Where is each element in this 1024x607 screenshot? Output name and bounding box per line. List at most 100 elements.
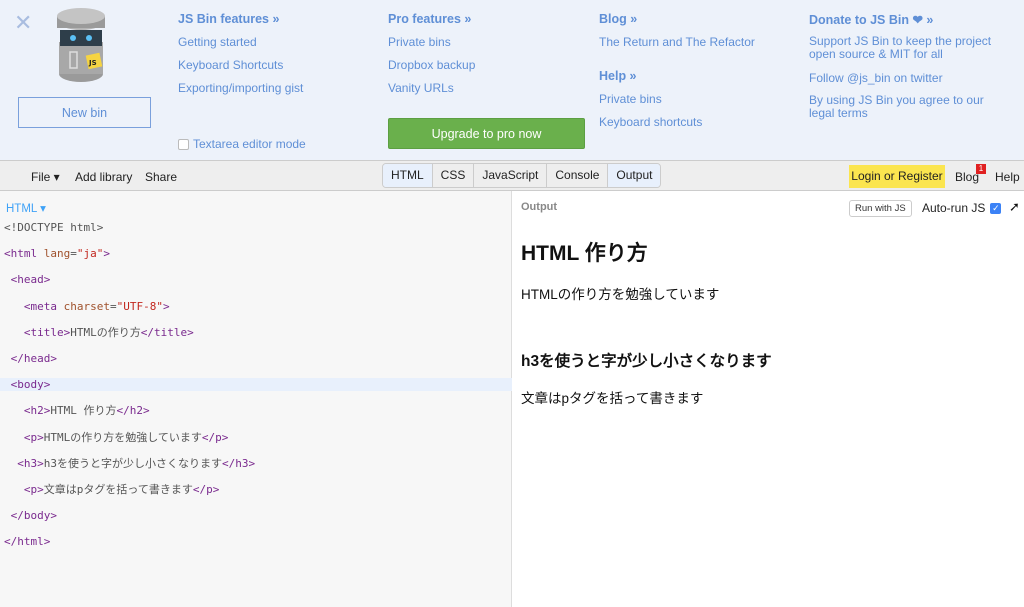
output-panel: Output Run with JS Auto-run JS ✓ ➚ HTML 作… <box>513 191 1024 607</box>
code-token-plain: = <box>109 299 117 313</box>
toolbar: File ▾ Add library Share HTML CSS JavaSc… <box>0 161 1024 191</box>
code-line[interactable]: <h2>HTML 作り方</h2> <box>0 404 512 417</box>
html-editor[interactable]: HTML ▾ <!DOCTYPE html> <html lang="ja"> <… <box>0 191 512 607</box>
code-line[interactable]: <body> <box>0 378 512 392</box>
run-with-js-button[interactable]: Run with JS <box>849 200 912 217</box>
code-token-tag: </p> <box>201 430 229 444</box>
close-icon[interactable]: ✕ <box>14 10 32 36</box>
code-token-tag: <h3> <box>17 456 44 470</box>
tab-console[interactable]: Console <box>547 164 609 187</box>
js-bin-features-link[interactable]: JS Bin features » <box>178 12 279 26</box>
blog-post-link[interactable]: The Return and The Refactor <box>599 35 755 49</box>
login-register-button[interactable]: Login or Register <box>849 165 945 188</box>
tab-output[interactable]: Output <box>608 164 661 187</box>
help-link[interactable]: Help » <box>599 69 637 83</box>
file-menu[interactable]: File ▾ <box>31 170 60 184</box>
output-paragraph-1: HTMLの作り方を勉強しています <box>521 287 720 302</box>
auto-run-label: Auto-run JS <box>922 201 986 215</box>
auto-run-js-toggle[interactable]: Auto-run JS ✓ <box>922 201 1002 215</box>
code-token-tag: <head> <box>10 273 51 287</box>
code-token-tag: <p> <box>23 430 44 444</box>
code-line[interactable]: <head> <box>0 273 512 286</box>
code-line[interactable]: </head> <box>0 352 512 365</box>
code-token-tag: </title> <box>140 325 194 339</box>
donate-link[interactable]: Donate to JS Bin ❤ » <box>809 12 933 27</box>
code-token-tag: <title> <box>23 325 71 339</box>
code-token-plain: HTMLの作り方 <box>70 325 141 339</box>
panel-tabs: HTML CSS JavaScript Console Output <box>382 163 662 188</box>
add-library-button[interactable]: Add library <box>75 170 132 184</box>
twitter-link[interactable]: Follow @js_bin on twitter <box>809 71 943 85</box>
checkbox-icon[interactable] <box>178 138 189 150</box>
help-button[interactable]: Help <box>995 170 1020 184</box>
code-line[interactable]: <p>HTMLの作り方を勉強しています</p> <box>0 431 512 444</box>
blog-badge: 1 <box>976 164 986 174</box>
share-button[interactable]: Share <box>145 170 177 184</box>
vanity-urls-link[interactable]: Vanity URLs <box>388 81 454 95</box>
tab-javascript[interactable]: JavaScript <box>474 164 548 187</box>
tab-css[interactable]: CSS <box>432 164 475 187</box>
code-token-plain: h3を使うと字が少し小さくなります <box>43 456 222 470</box>
private-bins-link[interactable]: Private bins <box>388 35 451 49</box>
help-private-bins-link[interactable]: Private bins <box>599 92 662 106</box>
code-token-plain: 文章はpタグを括って書きます <box>43 483 193 496</box>
code-token-tag: </body> <box>10 509 57 523</box>
jsbin-menu-panel: ✕ JS New bin JS Bin features » Getting s… <box>0 0 1024 161</box>
output-label: Output <box>521 201 558 213</box>
code-line[interactable]: <p>文章はpタグを括って書きます</p> <box>0 483 512 496</box>
code-token-tag: </p> <box>192 483 220 496</box>
legal-terms-link[interactable]: By using JS Bin you agree to our legal t… <box>809 94 999 120</box>
code-token-attr: charset <box>63 299 110 313</box>
editor-language-dropdown[interactable]: HTML ▾ <box>6 201 46 215</box>
code-line[interactable]: <!DOCTYPE html> <box>0 221 512 234</box>
code-token-str: "ja" <box>76 247 104 261</box>
keyboard-shortcuts-link[interactable]: Keyboard Shortcuts <box>178 58 283 72</box>
code-token-tag: </h3> <box>222 456 256 470</box>
code-token-tag: </h2> <box>116 404 150 418</box>
jsbin-logo: JS <box>57 8 105 82</box>
getting-started-link[interactable]: Getting started <box>178 35 257 49</box>
checkbox-checked-icon[interactable]: ✓ <box>990 202 1002 214</box>
code-line[interactable]: <h3>h3を使うと字が少し小さくなります</h3> <box>0 457 512 470</box>
output-paragraph-2: 文章はpタグを括って書きます <box>521 391 704 406</box>
textarea-mode-checkbox[interactable]: Textarea editor mode <box>178 137 306 151</box>
upgrade-button[interactable]: Upgrade to pro now <box>388 118 585 149</box>
output-heading-h3: h3を使うと字が少し小さくなります <box>521 353 772 370</box>
svg-text:JS: JS <box>88 59 97 67</box>
pro-features-link[interactable]: Pro features » <box>388 12 471 26</box>
new-bin-button[interactable]: New bin <box>18 97 151 128</box>
code-token-tag: </head> <box>10 352 57 365</box>
support-link[interactable]: Support JS Bin to keep the project open … <box>809 35 1009 61</box>
code-token-tag: <body> <box>10 378 51 392</box>
textarea-mode-label: Textarea editor mode <box>193 137 306 151</box>
code-token-tag: <html <box>4 247 44 261</box>
code-token-tag: </html> <box>4 535 51 549</box>
code-token-tag: <h2> <box>23 404 51 418</box>
code-token-plain: HTMLの作り方を勉強しています <box>43 430 202 444</box>
code-token-tag: > <box>162 299 170 313</box>
export-gist-link[interactable]: Exporting/importing gist <box>178 81 303 95</box>
dropbox-backup-link[interactable]: Dropbox backup <box>388 58 475 72</box>
code-line[interactable]: <html lang="ja"> <box>0 247 512 260</box>
code-token-str: "UTF-8" <box>116 299 163 313</box>
code-token-plain: <!DOCTYPE html> <box>4 221 104 234</box>
code-line[interactable]: <title>HTMLの作り方</title> <box>0 326 512 339</box>
popout-arrow-icon[interactable]: ➚ <box>1009 199 1020 215</box>
help-keyboard-shortcuts-link[interactable]: Keyboard shortcuts <box>599 115 702 129</box>
code-line[interactable]: <meta charset="UTF-8"> <box>0 300 512 313</box>
blog-link[interactable]: Blog » <box>599 12 637 26</box>
code-token-tag: > <box>103 247 110 261</box>
code-line[interactable]: </html> <box>0 535 512 548</box>
tab-html[interactable]: HTML <box>383 164 433 187</box>
code-token-plain: HTML 作り方 <box>50 404 117 418</box>
code-line[interactable]: </body> <box>0 509 512 522</box>
